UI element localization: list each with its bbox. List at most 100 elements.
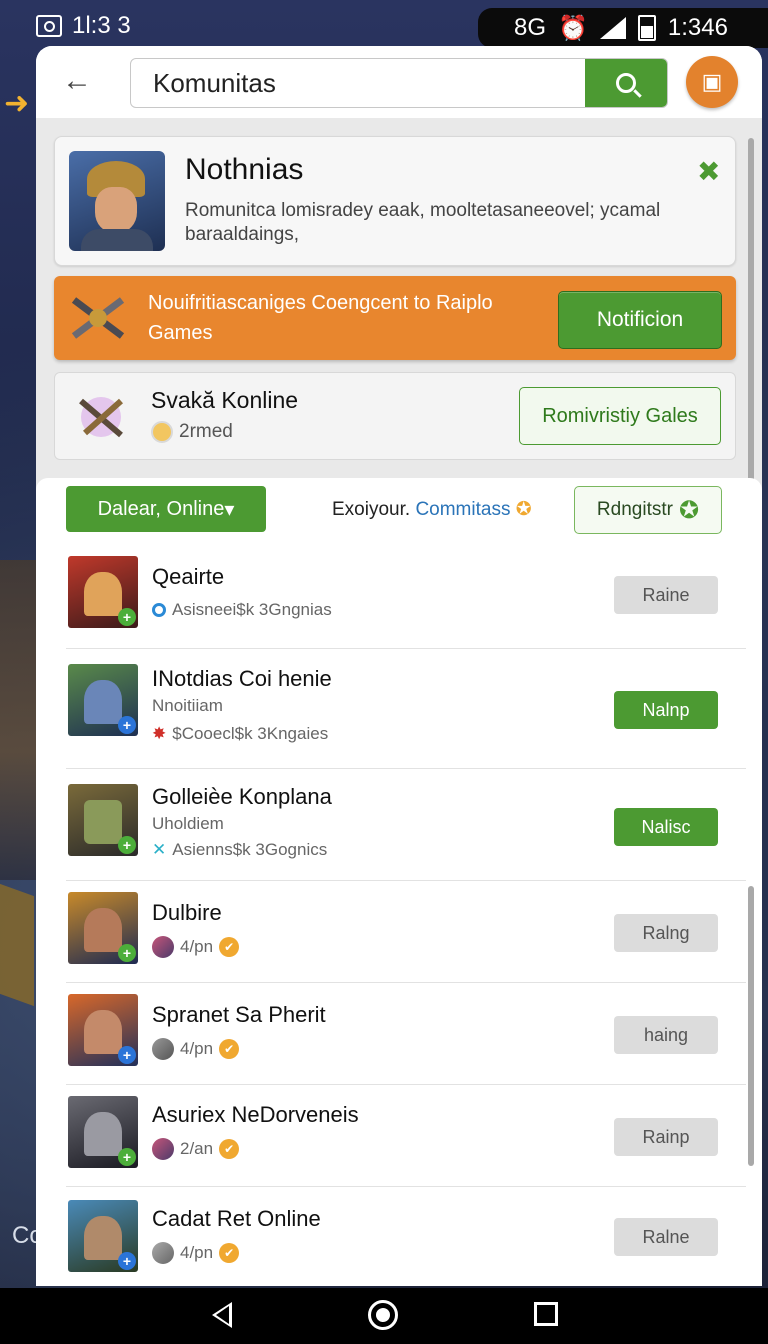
crossed-weapons-icon	[71, 297, 125, 339]
profile-card: Nothnias Romunitca lomisradey eaak, mool…	[54, 136, 736, 266]
status-time-right: 1:346	[667, 14, 728, 41]
plus-badge-icon: +	[118, 716, 136, 734]
online-card: Svakă Konline 2rmed Romivristiy Gales	[54, 372, 736, 460]
user-avatar-icon	[152, 1242, 174, 1264]
list-item-meta: 4/pn	[180, 1243, 214, 1262]
plus-badge-icon: +	[118, 944, 136, 962]
list-item[interactable]: + Asuriex NeDorveneis 2/an ✔ Rainp	[66, 1084, 746, 1187]
plus-badge-icon: +	[118, 1252, 136, 1270]
list-item[interactable]: + Qeairte Asisneei$k 3Gngnias Raine	[66, 548, 746, 649]
game-thumbnail: +	[68, 664, 138, 736]
game-thumbnail: +	[68, 892, 138, 964]
star-badge-icon: ✪	[515, 499, 532, 520]
user-avatar-icon	[152, 936, 174, 958]
list-item-meta: 4/pn	[180, 1039, 214, 1058]
game-thumbnail: +	[68, 1096, 138, 1168]
navigation-bar	[0, 1288, 768, 1344]
profile-badge-icon: ▣	[701, 69, 723, 94]
nav-home-icon[interactable]	[368, 1300, 398, 1330]
banner-text: Nouifritiascaniges Coengcent to Raiplo G…	[148, 292, 493, 344]
register-button[interactable]: Rdngitstr ✪	[574, 486, 722, 534]
nav-back-icon[interactable]	[212, 1302, 232, 1328]
gold-badge-icon: ✔	[219, 937, 240, 957]
list-item-name: INotdias Coi henie	[152, 666, 332, 691]
user-avatar-icon	[152, 1138, 174, 1160]
community-games-button[interactable]: Romivristiy Gales	[519, 387, 721, 445]
community-prompt: Exoiyour. Commitass ✪	[332, 499, 532, 520]
list-item-name: Dulbire	[152, 900, 222, 925]
list-item-name: Asuriex NeDorveneis	[152, 1102, 359, 1127]
game-thumbnail: +	[68, 994, 138, 1066]
gold-badge-icon: ✔	[219, 1139, 240, 1159]
list-item-name: Golleièe Konplana	[152, 784, 332, 809]
list-item-button[interactable]: Nalnp	[614, 691, 718, 729]
notification-banner: Nouifritiascaniges Coengcent to Raiplo G…	[54, 276, 736, 360]
plus-badge-icon: +	[118, 608, 136, 626]
search-button[interactable]	[585, 59, 667, 107]
background-artwork	[0, 560, 40, 880]
list-item-button[interactable]: Raine	[614, 576, 718, 614]
game-thumbnail: +	[68, 1200, 138, 1272]
list-item-button[interactable]: Ralng	[614, 914, 718, 952]
list-item-button[interactable]: Ralne	[614, 1218, 718, 1256]
list-item-meta: Asienns$k 3Gognics	[172, 840, 328, 859]
network-icon: 8G	[514, 14, 547, 41]
list-item-name: Spranet Sa Pherit	[152, 1002, 326, 1027]
search-icon	[616, 73, 636, 93]
notification-button[interactable]: Notificion	[558, 291, 722, 349]
back-arrow-icon[interactable]: ←	[62, 64, 92, 98]
gold-badge-icon: ✔	[219, 1039, 240, 1059]
list-item-name: Cadat Ret Online	[152, 1206, 321, 1231]
scrollbar-list[interactable]	[748, 886, 754, 1166]
nav-recents-icon[interactable]	[534, 1302, 558, 1326]
profile-card-title: Nothnias	[185, 153, 304, 186]
profile-card-description: Romunitca lomisradey eaak, mooltetasanee…	[185, 200, 661, 245]
game-thumbnail: +	[68, 556, 138, 628]
close-icon[interactable]: ✖	[697, 155, 720, 188]
status-bar: 1l:3 3 8G ⏰ 1:346	[0, 0, 768, 52]
background-artwork-weapon	[0, 883, 34, 1007]
list-item-button[interactable]: Nalisc	[614, 808, 718, 846]
list-item-subtitle: Nnoitiiam	[152, 696, 223, 715]
star-burst-icon: ✸	[152, 724, 167, 743]
cross-icon: ✕	[152, 840, 167, 859]
list-item[interactable]: + Cadat Ret Online 4/pn ✔ Ralne	[66, 1186, 746, 1286]
plus-badge-icon: +	[118, 1148, 136, 1166]
list-item-button[interactable]: Rainp	[614, 1118, 718, 1156]
player-list-section: Dalear, Online ▾ Exoiyour. Commitass ✪ Rd…	[36, 478, 762, 1286]
list-item[interactable]: + Golleièe Konplana Uholdiem ✕ Asienns$k…	[66, 768, 746, 881]
status-ring-icon	[152, 603, 166, 617]
online-card-title: Svakă Konline	[151, 387, 299, 413]
list-item-meta: $Cooecl$k 3Kngaies	[172, 724, 329, 743]
background-arrow-icon: ➜	[4, 87, 30, 120]
community-link[interactable]: Commitass	[415, 499, 510, 520]
list-item-name: Qeairte	[152, 564, 225, 589]
online-filter-dropdown[interactable]: Dalear, Online ▾	[66, 486, 266, 532]
star-icon: ✪	[678, 496, 700, 524]
list-item-meta: Asisneei$k 3Gngnias	[172, 600, 332, 619]
gold-badge-icon: ✔	[219, 1243, 240, 1263]
dropdown-caret-icon: ▾	[224, 498, 235, 521]
profile-button[interactable]: ▣	[686, 56, 738, 108]
list-item[interactable]: + Spranet Sa Pherit 4/pn ✔ haing	[66, 982, 746, 1085]
list-item-meta: 4/pn	[180, 937, 214, 956]
user-avatar-icon	[152, 1038, 174, 1060]
status-time-left: 1l:3 3	[72, 12, 131, 39]
camera-icon	[36, 15, 62, 37]
search-bar	[130, 58, 668, 108]
battery-icon	[637, 15, 656, 41]
coin-icon	[151, 421, 173, 443]
list-item[interactable]: + INotdias Coi henie Nnoitiiam ✸ $Cooecl…	[66, 648, 746, 769]
list-item-button[interactable]: haing	[614, 1016, 718, 1054]
list-item[interactable]: + Dulbire 4/pn ✔ Ralng	[66, 880, 746, 983]
signal-icon	[599, 17, 626, 39]
plus-badge-icon: +	[118, 836, 136, 854]
alarm-icon: ⏰	[558, 14, 588, 42]
list-item-subtitle: Uholdiem	[152, 814, 224, 833]
top-bar: ← ▣	[36, 46, 762, 118]
plus-badge-icon: +	[118, 1046, 136, 1064]
hammer-icon	[79, 397, 123, 438]
hero-avatar	[69, 151, 165, 251]
online-card-meta: 2rmed	[179, 421, 233, 442]
search-input[interactable]	[131, 59, 585, 107]
